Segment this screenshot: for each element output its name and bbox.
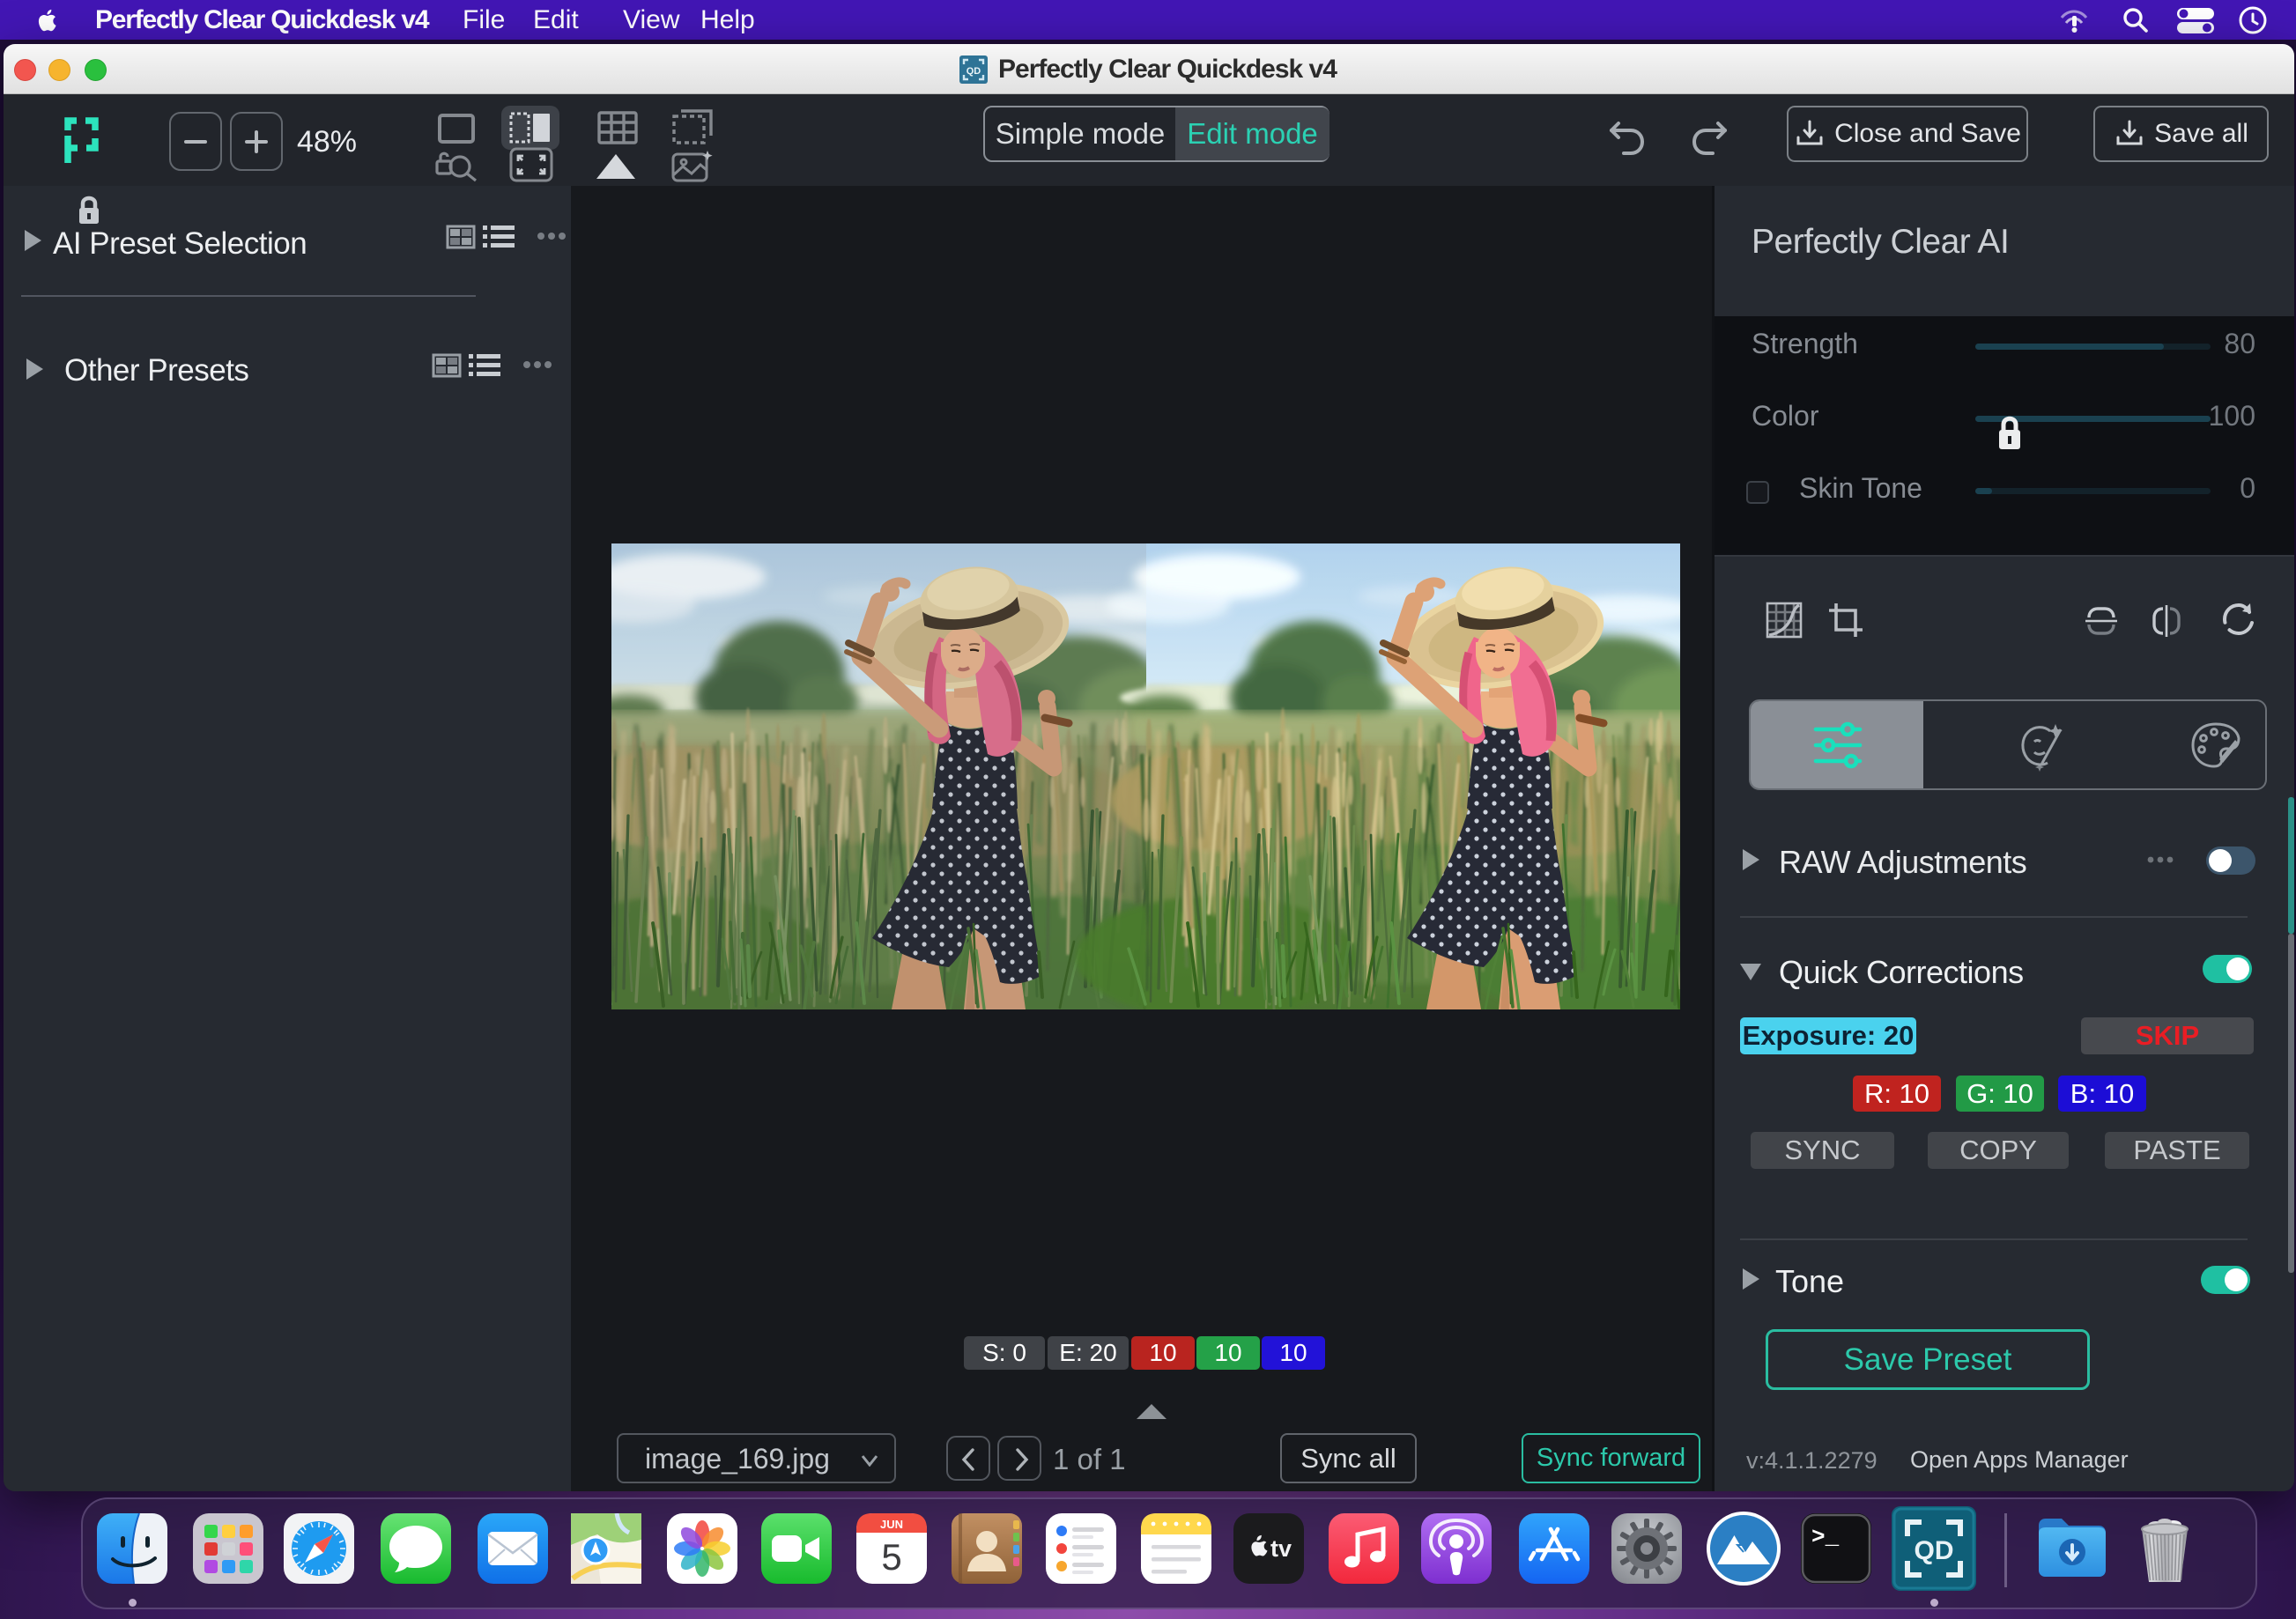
svg-text:QD: QD — [967, 66, 981, 77]
svg-text:tv: tv — [1270, 1535, 1292, 1562]
svg-text:5: 5 — [881, 1536, 901, 1578]
svg-text:>_: >_ — [1811, 1524, 1840, 1550]
svg-text:QD: QD — [1915, 1536, 1954, 1565]
svg-text:JUN: JUN — [880, 1518, 903, 1531]
